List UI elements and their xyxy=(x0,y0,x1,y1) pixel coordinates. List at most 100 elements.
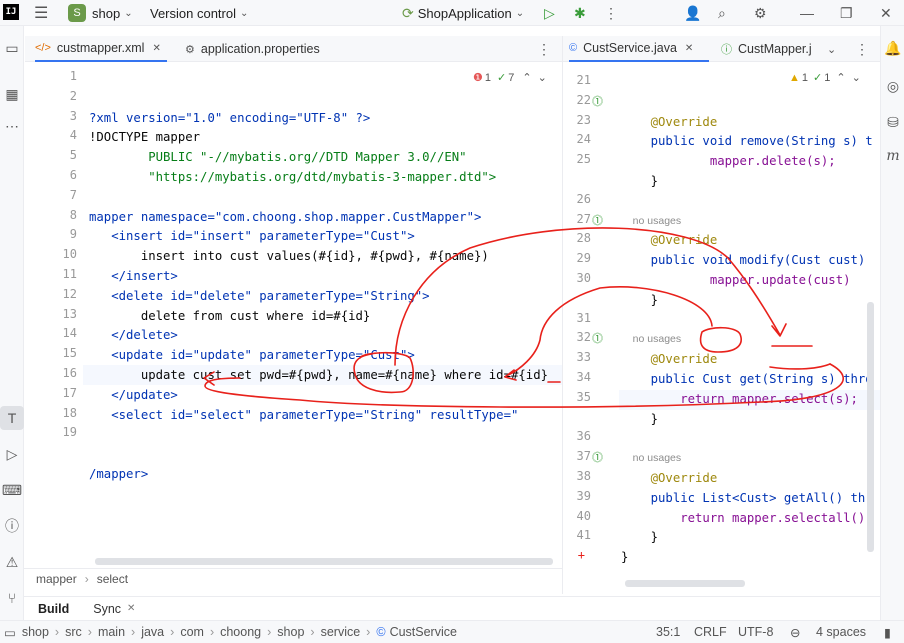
project-switcher[interactable]: S shop ⌄ xyxy=(68,4,133,22)
status-path-item[interactable]: service xyxy=(321,625,361,639)
status-path-item[interactable]: choong xyxy=(220,625,261,639)
tab-application-properties[interactable]: ⚙ application.properties xyxy=(185,36,320,62)
database-icon[interactable]: ⛁ xyxy=(881,110,904,134)
minimize-button[interactable]: — xyxy=(800,4,814,22)
close-tab-icon[interactable]: ✕ xyxy=(685,43,693,54)
search-button[interactable]: ⌕ xyxy=(718,4,726,22)
indent-setting[interactable]: 4 spaces xyxy=(816,625,866,639)
close-window-button[interactable]: ✕ xyxy=(880,4,892,22)
code-line[interactable]: PUBLIC "-//mybatis.org//DTD Mapper 3.0//… xyxy=(89,148,548,168)
tab-custmapper-java[interactable]: ⓘ CustMapper.j xyxy=(721,36,812,62)
structure-tool-icon[interactable]: ▦ xyxy=(0,82,24,106)
code-line[interactable] xyxy=(89,445,548,465)
code-line[interactable]: public void remove(String s) th xyxy=(621,132,873,152)
code-line[interactable]: <delete id="delete" parameterType="Strin… xyxy=(89,287,548,307)
code-line[interactable]: @Override xyxy=(621,350,873,370)
code-line[interactable] xyxy=(621,429,873,449)
chevron-up-icon[interactable]: ⌃ xyxy=(522,71,531,84)
line-separator[interactable]: CRLF xyxy=(694,625,727,639)
tabs-dropdown-button[interactable]: ⌄ xyxy=(827,36,836,62)
intellij-logo-icon[interactable]: IJ xyxy=(3,4,19,20)
run-config-selector[interactable]: ⟳ ShopApplication ⌄ xyxy=(402,4,524,22)
implementation-gutter-icon[interactable]: ⓵ xyxy=(592,212,603,228)
usage-hint[interactable]: no usages xyxy=(621,330,873,350)
tab-custmapper-xml[interactable]: </> custmapper.xml ✕ xyxy=(35,36,167,62)
debug-button[interactable]: ✱ xyxy=(574,4,586,22)
code-line[interactable]: mapper.delete(s); xyxy=(621,152,873,172)
status-path-item[interactable]: CustService xyxy=(390,625,457,639)
usage-hint[interactable]: no usages xyxy=(621,212,873,232)
code-line[interactable]: delete from cust where id=#{id} xyxy=(89,307,548,327)
inspection-indicator[interactable]: ▲ 1 ✓ 1 ⌃ ⌄ xyxy=(787,71,863,84)
inspection-indicator[interactable]: ❶ 1 ✓ 7 ⌃ ⌄ xyxy=(473,71,547,85)
code-line[interactable] xyxy=(621,192,873,212)
code-line[interactable]: </update> xyxy=(89,386,548,406)
code-line[interactable] xyxy=(89,188,548,208)
code-line[interactable]: @Override xyxy=(621,113,873,133)
warning-tool-icon[interactable]: ⚠ xyxy=(0,550,24,574)
code-line[interactable]: public Cust get(String s) throw xyxy=(621,370,873,390)
right-editor[interactable]: 21 22 ⓵ 23 24 25 26 27 ⓵ 28 29 30 31 32 ⓵ 33 34 35 36 37 ⓵ 38… xyxy=(563,62,880,594)
code-line[interactable]: return mapper.select(s); xyxy=(621,390,873,410)
close-icon[interactable]: ✕ xyxy=(127,603,135,614)
code-line[interactable]: </insert> xyxy=(89,267,548,287)
main-menu-button[interactable]: ☰ xyxy=(34,4,48,22)
horizontal-scrollbar[interactable] xyxy=(625,580,745,587)
code-line[interactable]: mapper.update(cust) xyxy=(621,271,873,291)
code-line[interactable]: /mapper> xyxy=(89,465,548,485)
horizontal-scrollbar[interactable] xyxy=(95,558,553,565)
terminal-tool-icon[interactable]: ⌨ xyxy=(0,478,24,502)
code-line[interactable]: <update id="update" parameterType="Cust"… xyxy=(89,346,548,366)
tab-sync[interactable]: Sync xyxy=(93,602,121,616)
vertical-scrollbar[interactable] xyxy=(867,302,874,552)
close-tab-icon[interactable]: ✕ xyxy=(152,43,160,54)
left-editor[interactable]: 1 2 3 4 5 6 7 8 9 10 11 12 13 14 15 16 17 18 19 ?xml versi… xyxy=(25,62,562,568)
more-tools-icon[interactable]: ⋯ xyxy=(0,114,24,138)
git-tool-icon[interactable]: ⑂ xyxy=(0,586,24,610)
code-line[interactable]: ?xml version="1.0" encoding="UTF-8" ?> xyxy=(89,109,548,129)
services-tool-icon[interactable]: ▷ xyxy=(0,442,24,466)
tab-build[interactable]: Build xyxy=(38,602,69,616)
readonly-lock-icon[interactable]: ⊖ xyxy=(790,625,800,640)
file-encoding[interactable]: UTF-8 xyxy=(738,625,773,639)
run-button[interactable]: ▷ xyxy=(544,4,555,22)
ai-assistant-icon[interactable]: ◎ xyxy=(881,74,904,98)
code-line[interactable] xyxy=(621,311,873,331)
memory-indicator-icon[interactable]: ▮ xyxy=(884,625,891,640)
code-line[interactable]: "https://mybatis.org/dtd/mybatis-3-mappe… xyxy=(89,168,548,188)
usage-hint[interactable]: no usages xyxy=(621,449,873,469)
status-path-item[interactable]: shop xyxy=(277,625,304,639)
code-line[interactable]: <select id="select" parameterType="Strin… xyxy=(89,406,548,426)
notifications-icon[interactable]: 🔔 xyxy=(881,36,904,60)
restore-button[interactable]: ❐ xyxy=(840,4,853,22)
text-tool-icon[interactable]: T xyxy=(0,406,24,430)
code-line[interactable]: <insert id="insert" parameterType="Cust"… xyxy=(89,227,548,247)
status-path-item[interactable]: main xyxy=(98,625,125,639)
add-line-marker-icon[interactable]: + xyxy=(578,548,585,562)
code-line[interactable]: mapper namespace="com.choong.shop.mapper… xyxy=(89,208,548,228)
more-actions-button[interactable]: ⋮ xyxy=(604,4,618,22)
status-path-item[interactable]: shop xyxy=(22,625,49,639)
more-tabs-button[interactable]: ⋮ xyxy=(537,36,551,62)
chevron-down-icon[interactable]: ⌄ xyxy=(538,71,547,84)
code-line[interactable]: </delete> xyxy=(89,326,548,346)
java-code[interactable]: @Override public void remove(String s) t… xyxy=(621,73,873,627)
chevron-down-icon[interactable]: ⌄ xyxy=(852,71,861,84)
settings-button[interactable]: ⚙ xyxy=(754,4,767,22)
status-path-item[interactable]: com xyxy=(180,625,204,639)
code-line[interactable]: } xyxy=(621,548,873,568)
code-line[interactable]: update cust set pwd=#{pwd}, name=#{name}… xyxy=(89,366,548,386)
code-line[interactable]: } xyxy=(621,172,873,192)
code-line[interactable]: } xyxy=(621,291,873,311)
code-line[interactable]: } xyxy=(621,528,873,548)
add-user-button[interactable]: 👤 xyxy=(684,4,701,22)
code-line[interactable]: return mapper.selectall(); xyxy=(621,509,873,529)
implementation-gutter-icon[interactable]: ⓵ xyxy=(592,330,603,346)
status-path-item[interactable]: java xyxy=(141,625,164,639)
code-line[interactable] xyxy=(89,425,548,445)
code-line[interactable]: !DOCTYPE mapper xyxy=(89,128,548,148)
xml-code[interactable]: ?xml version="1.0" encoding="UTF-8" ?> !D… xyxy=(89,69,548,524)
vcs-menu[interactable]: Version control ⌄ xyxy=(150,4,248,22)
code-line[interactable]: insert into cust values(#{id}, #{pwd}, #… xyxy=(89,247,548,267)
project-tool-icon[interactable]: ▭ xyxy=(0,36,24,60)
